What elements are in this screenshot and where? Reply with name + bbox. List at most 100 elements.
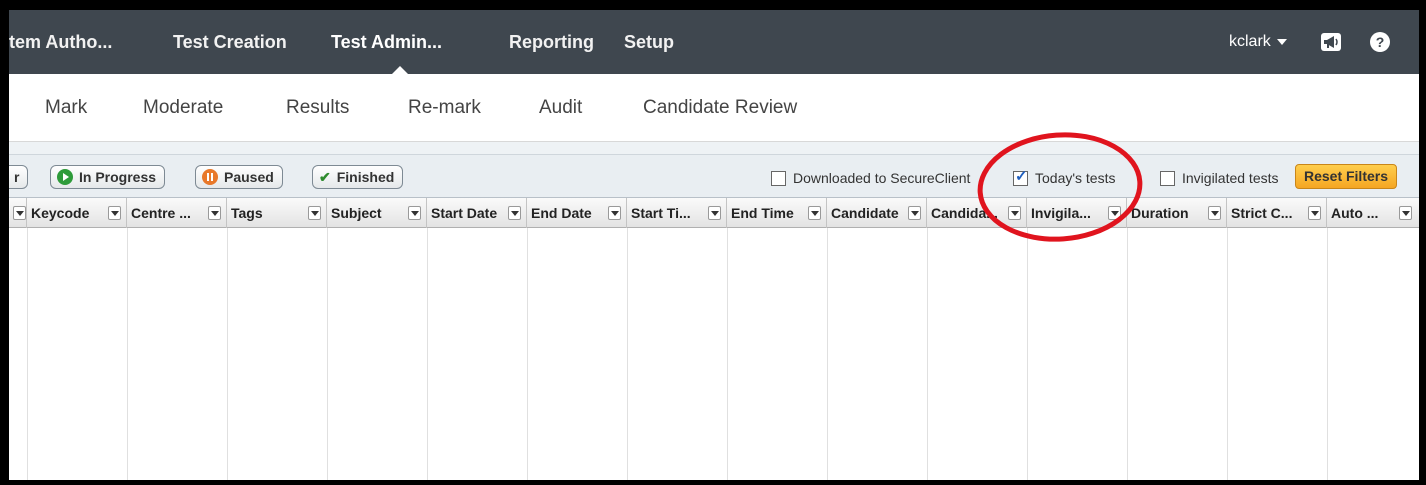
column-header-label: Candidate xyxy=(831,205,899,221)
column-header-label: Strict C... xyxy=(1231,205,1293,221)
user-name: kclark xyxy=(1229,33,1271,50)
play-icon xyxy=(57,169,73,186)
column-header-auto[interactable]: Auto ... xyxy=(1327,198,1419,228)
status-filter-label: Paused xyxy=(224,169,274,185)
column-divider xyxy=(527,228,528,480)
column-divider xyxy=(1327,228,1328,480)
column-header-label: Tags xyxy=(231,205,263,221)
checkbox-box[interactable] xyxy=(1013,169,1028,186)
spacer xyxy=(9,142,1419,154)
downloaded-to-secureclient-checkbox[interactable]: Downloaded to SecureClient xyxy=(771,170,970,186)
tab-moderate[interactable]: Moderate xyxy=(143,74,223,142)
tab-mark[interactable]: Mark xyxy=(45,74,87,142)
status-filter-error[interactable]: r xyxy=(9,165,29,189)
nav-item-test-admin[interactable]: Test Admin... xyxy=(331,10,442,74)
column-header-end-date[interactable]: End Date xyxy=(527,198,627,228)
help-icon[interactable]: ? xyxy=(1370,32,1390,52)
megaphone-icon[interactable] xyxy=(1321,33,1341,51)
column-header-label: Start Date xyxy=(431,205,498,221)
column-header-label: Start Ti... xyxy=(631,205,691,221)
column-divider xyxy=(627,228,628,480)
column-header-keycode[interactable]: Keycode xyxy=(27,198,127,228)
column-divider xyxy=(27,228,28,480)
column-filter-icon[interactable] xyxy=(608,206,621,220)
checkmark-icon: ✔ xyxy=(319,169,331,185)
column-header-centre[interactable]: Centre ... xyxy=(127,198,227,228)
column-divider xyxy=(327,228,328,480)
column-filter-icon[interactable] xyxy=(108,206,121,220)
column-filter-icon[interactable] xyxy=(908,206,921,220)
column-filter-icon[interactable] xyxy=(13,206,26,220)
nav-item-reporting[interactable]: Reporting xyxy=(509,10,594,74)
column-header-label: Invigila... xyxy=(1031,205,1091,221)
column-header-strict[interactable]: Strict C... xyxy=(1227,198,1327,228)
active-nav-indicator xyxy=(392,66,408,74)
column-filter-icon[interactable] xyxy=(1008,206,1021,220)
column-divider xyxy=(1027,228,1028,480)
column-header-start-date[interactable]: Start Date xyxy=(427,198,527,228)
column-header-invigilator[interactable]: Invigila... xyxy=(1027,198,1127,228)
column-filter-icon[interactable] xyxy=(1108,206,1121,220)
column-header-label: Duration xyxy=(1131,205,1189,221)
checkbox-box[interactable] xyxy=(1160,170,1175,186)
checkbox-label: Downloaded to SecureClient xyxy=(793,170,971,186)
column-divider xyxy=(727,228,728,480)
tab-candidate-review[interactable]: Candidate Review xyxy=(643,74,797,142)
column-header-label: Keycode xyxy=(31,205,90,221)
column-divider xyxy=(1227,228,1228,480)
column-filter-icon[interactable] xyxy=(708,206,721,220)
column-filter-icon[interactable] xyxy=(1399,206,1412,220)
column-header-label: Candida... xyxy=(931,205,998,221)
column-divider xyxy=(127,228,128,480)
sub-nav: Mark Moderate Results Re-mark Audit Cand… xyxy=(9,74,1419,142)
status-filter-label: In Progress xyxy=(79,169,157,185)
tab-audit[interactable]: Audit xyxy=(539,74,582,142)
status-filter-paused[interactable]: Paused xyxy=(195,165,283,189)
status-filter-label: Finished xyxy=(336,169,395,185)
column-header-candidate-2[interactable]: Candida... xyxy=(927,198,1027,228)
app-window: tem Autho... Test Creation Test Admin...… xyxy=(9,10,1419,480)
tab-re-mark[interactable]: Re-mark xyxy=(408,74,481,142)
column-filter-icon[interactable] xyxy=(1308,206,1321,220)
column-divider xyxy=(1127,228,1128,480)
column-divider xyxy=(427,228,428,480)
column-divider xyxy=(227,228,228,480)
invigilated-tests-checkbox[interactable]: Invigilated tests xyxy=(1160,170,1279,186)
column-filter-icon[interactable] xyxy=(508,206,521,220)
table-body xyxy=(9,228,1419,480)
column-header-end-time[interactable]: End Time xyxy=(727,198,827,228)
todays-tests-checkbox[interactable]: Today's tests xyxy=(1013,169,1116,186)
checkbox-label: Invigilated tests xyxy=(1182,170,1279,186)
filter-bar: r In Progress Paused ✔ Finished Downloade… xyxy=(9,154,1419,198)
column-header-candidate[interactable]: Candidate xyxy=(827,198,927,228)
reset-filters-button[interactable]: Reset Filters xyxy=(1295,164,1397,189)
column-header-subject[interactable]: Subject xyxy=(327,198,427,228)
checkbox-box[interactable] xyxy=(771,170,786,186)
top-nav: tem Autho... Test Creation Test Admin...… xyxy=(9,10,1419,74)
column-divider xyxy=(927,228,928,480)
column-header[interactable] xyxy=(9,198,27,228)
tab-results[interactable]: Results xyxy=(286,74,349,142)
column-header-label: Centre ... xyxy=(131,205,191,221)
column-header-label: Subject xyxy=(331,205,382,221)
pause-icon xyxy=(202,169,218,186)
column-header-duration[interactable]: Duration xyxy=(1127,198,1227,228)
chevron-down-icon xyxy=(1276,38,1287,45)
column-header-label: End Date xyxy=(531,205,592,221)
user-menu[interactable]: kclark xyxy=(1229,10,1287,74)
status-filter-finished[interactable]: ✔ Finished xyxy=(312,165,404,189)
column-header-start-time[interactable]: Start Ti... xyxy=(627,198,727,228)
column-filter-icon[interactable] xyxy=(808,206,821,220)
nav-item-test-creation[interactable]: Test Creation xyxy=(173,10,287,74)
column-filter-icon[interactable] xyxy=(408,206,421,220)
column-header-label: End Time xyxy=(731,205,794,221)
column-filter-icon[interactable] xyxy=(308,206,321,220)
nav-item-setup[interactable]: Setup xyxy=(624,10,674,74)
column-filter-icon[interactable] xyxy=(208,206,221,220)
table-header: Keycode Centre ... Tags Subject Start Da… xyxy=(9,198,1419,228)
column-header-label: Auto ... xyxy=(1331,205,1379,221)
status-filter-in-progress[interactable]: In Progress xyxy=(50,165,166,189)
column-header-tags[interactable]: Tags xyxy=(227,198,327,228)
column-filter-icon[interactable] xyxy=(1208,206,1221,220)
nav-item-authoring[interactable]: tem Autho... xyxy=(9,10,112,74)
